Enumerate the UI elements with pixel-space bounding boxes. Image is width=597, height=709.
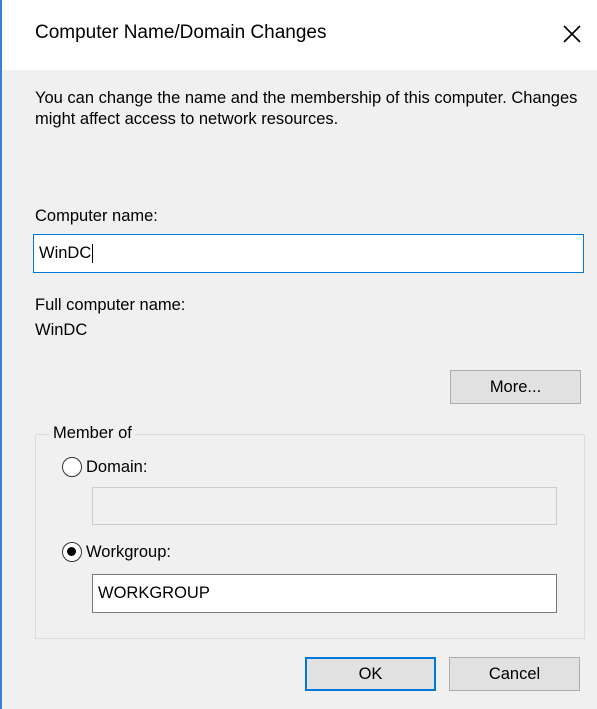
full-computer-name-label: Full computer name: bbox=[35, 296, 186, 314]
computer-name-label: Computer name: bbox=[35, 207, 158, 225]
dialog-title: Computer Name/Domain Changes bbox=[35, 22, 327, 43]
text-caret bbox=[92, 244, 94, 263]
computer-name-dialog: Computer Name/Domain Changes You can cha… bbox=[0, 0, 597, 709]
workgroup-input[interactable]: WORKGROUP bbox=[92, 574, 557, 613]
cancel-button[interactable]: Cancel bbox=[449, 657, 580, 691]
title-bar[interactable]: Computer Name/Domain Changes bbox=[2, 0, 597, 70]
more-button[interactable]: More... bbox=[450, 370, 581, 404]
workgroup-radio-label: Workgroup: bbox=[86, 542, 171, 561]
member-of-legend: Member of bbox=[50, 424, 135, 443]
domain-radio-circle[interactable] bbox=[62, 457, 82, 477]
workgroup-radio[interactable]: Workgroup: bbox=[62, 542, 171, 562]
close-button[interactable] bbox=[552, 16, 592, 52]
computer-name-value: WinDC bbox=[39, 244, 92, 262]
close-icon bbox=[563, 25, 581, 43]
member-of-group: Member of Domain: Workgroup: WORKGROUP bbox=[35, 424, 585, 639]
more-button-label: More... bbox=[489, 377, 542, 396]
full-computer-name-value: WinDC bbox=[35, 321, 88, 339]
cancel-button-label: Cancel bbox=[488, 664, 541, 683]
domain-input[interactable] bbox=[92, 487, 557, 525]
domain-radio-label: Domain: bbox=[86, 457, 148, 476]
ok-button-label: OK bbox=[358, 664, 383, 683]
ok-button[interactable]: OK bbox=[305, 657, 436, 691]
workgroup-radio-circle[interactable] bbox=[62, 542, 82, 562]
description-text: You can change the name and the membersh… bbox=[35, 89, 578, 128]
dialog-body: You can change the name and the membersh… bbox=[2, 70, 597, 709]
computer-name-input[interactable]: WinDC bbox=[33, 234, 584, 273]
domain-radio[interactable]: Domain: bbox=[62, 457, 147, 477]
workgroup-input-value: WORKGROUP bbox=[98, 584, 210, 602]
